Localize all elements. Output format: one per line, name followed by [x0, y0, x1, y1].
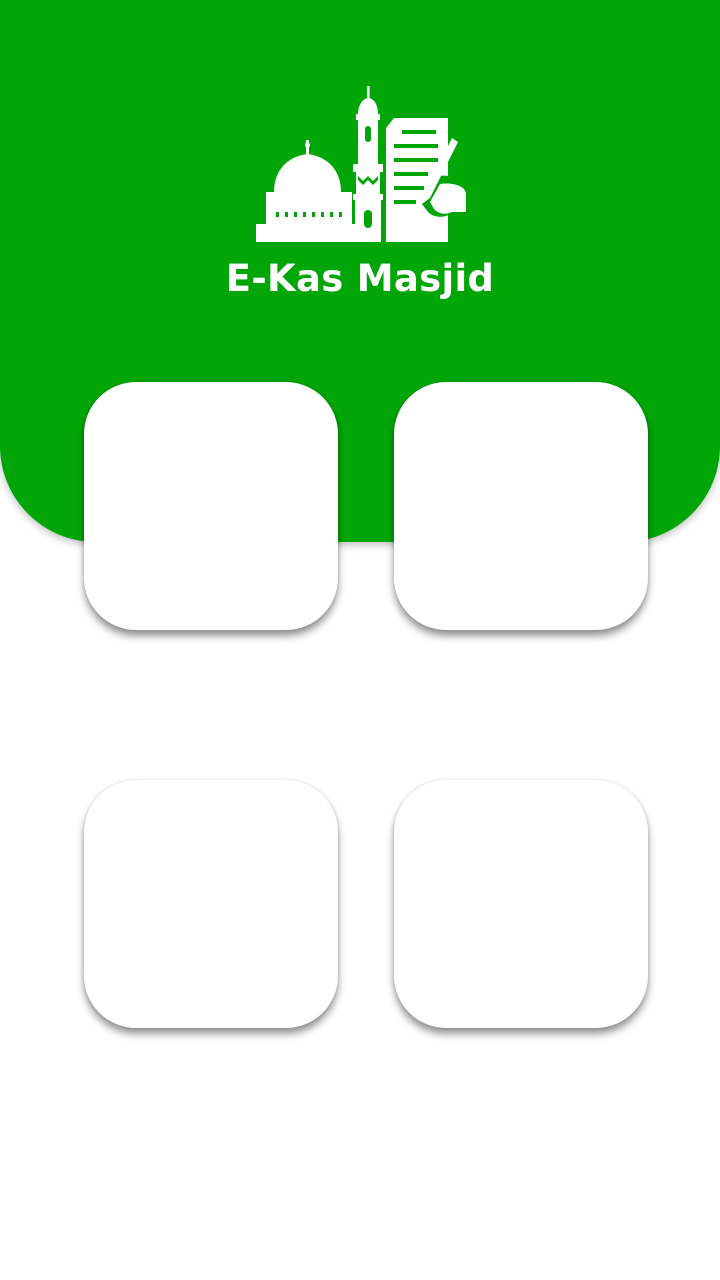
app-title: E-Kas Masjid — [225, 257, 495, 300]
menu-card-1[interactable] — [84, 382, 338, 630]
menu-card-4[interactable] — [394, 780, 648, 1028]
menu-card-2[interactable] — [394, 382, 648, 630]
home-screen: E-Kas Masjid — [0, 0, 720, 1280]
menu-card-3[interactable] — [84, 780, 338, 1028]
mosque-ledger-icon — [256, 86, 468, 242]
